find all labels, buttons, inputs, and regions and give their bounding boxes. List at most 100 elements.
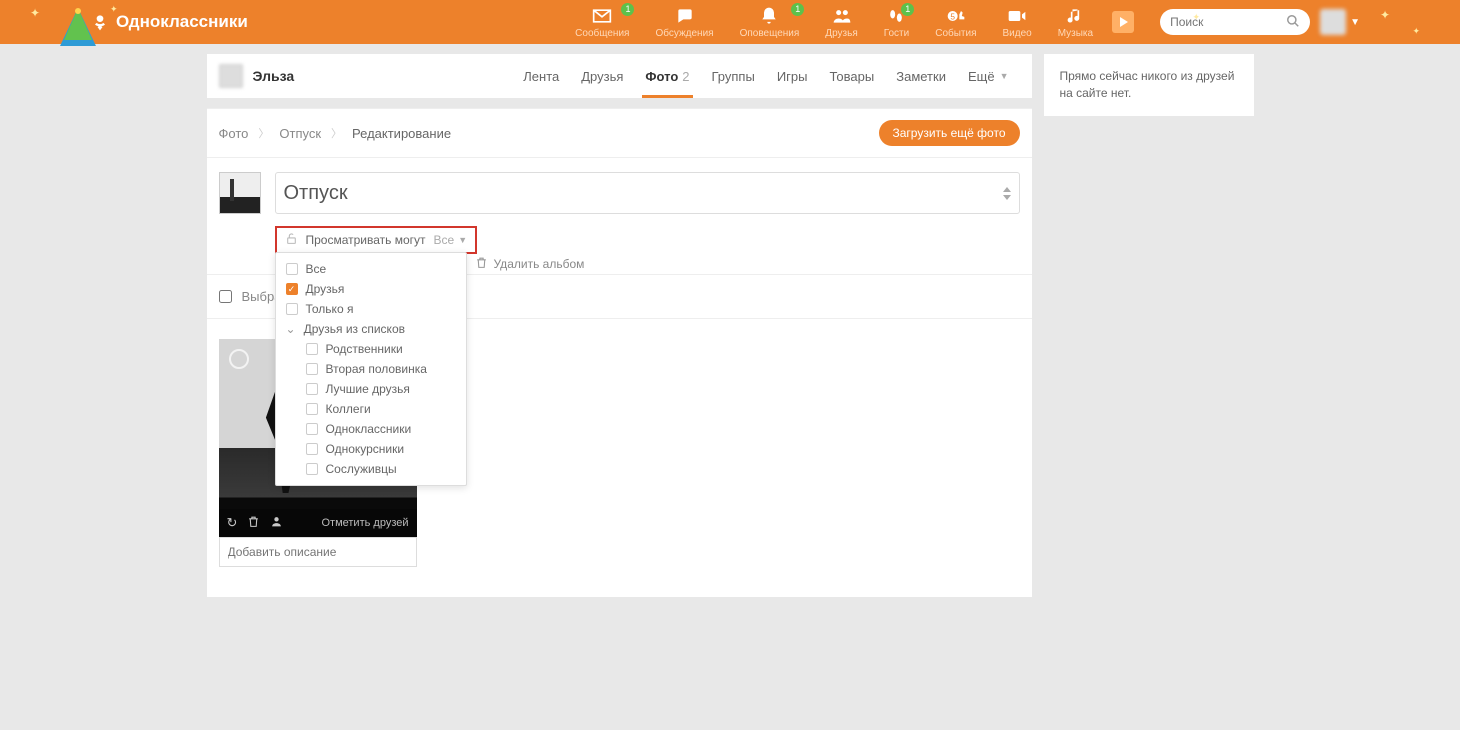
photo-select-circle[interactable] bbox=[229, 349, 249, 369]
nav-events[interactable]: 5 События bbox=[922, 0, 989, 44]
tab-feed[interactable]: Лента bbox=[512, 54, 570, 98]
search-box[interactable] bbox=[1160, 9, 1310, 35]
tag-friends-link[interactable]: Отметить друзей bbox=[321, 517, 408, 529]
vis-option-classmates[interactable]: Одноклассники bbox=[276, 419, 466, 439]
tab-games[interactable]: Игры bbox=[766, 54, 819, 98]
album-title-wrap bbox=[275, 172, 1020, 214]
rotate-icon[interactable]: ↻ bbox=[227, 515, 238, 531]
unlock-icon bbox=[285, 232, 298, 248]
visibility-selector[interactable]: Просматривать могут Все ▼ bbox=[275, 226, 478, 254]
tab-friends[interactable]: Друзья bbox=[570, 54, 634, 98]
chevron-down-icon: ▼ bbox=[1000, 71, 1009, 81]
breadcrumb-row: Фото 〉 Отпуск 〉 Редактирование Загрузить… bbox=[207, 108, 1032, 158]
photo-toolbar: ↻ Отметить друзей bbox=[219, 509, 417, 537]
nav-friends[interactable]: Друзья bbox=[812, 0, 870, 44]
crumb-album[interactable]: Отпуск bbox=[279, 126, 321, 141]
checkbox-icon bbox=[306, 363, 318, 375]
vis-group-lists[interactable]: ⌄Друзья из списков bbox=[276, 319, 466, 339]
site-logo[interactable]: Одноклассники bbox=[90, 12, 248, 32]
delete-album-link[interactable]: Удалить альбом bbox=[475, 256, 585, 272]
profile-tabs: Лента Друзья Фото2 Группы Игры Товары За… bbox=[512, 54, 1019, 98]
vis-option-relatives[interactable]: Родственники bbox=[276, 339, 466, 359]
site-header: ✦ ✦ ✦ Одноклассники Сообщения 1 Обсужден… bbox=[0, 0, 1460, 44]
upload-more-button[interactable]: Загрузить ещё фото bbox=[879, 120, 1020, 146]
vis-option-best-friends[interactable]: Лучшие друзья bbox=[276, 379, 466, 399]
visibility-value: Все bbox=[434, 233, 455, 247]
vis-option-only-me[interactable]: Только я bbox=[276, 299, 466, 319]
spinner-up-icon[interactable] bbox=[1003, 187, 1011, 192]
vis-option-coworkers[interactable]: Сослуживцы bbox=[276, 459, 466, 479]
tab-goods[interactable]: Товары bbox=[819, 54, 886, 98]
nav-video[interactable]: Видео bbox=[990, 0, 1045, 44]
vis-option-friends[interactable]: ✓Друзья bbox=[276, 279, 466, 299]
nav-messages[interactable]: Сообщения 1 bbox=[562, 0, 642, 44]
chevron-down-icon: ⌄ bbox=[286, 322, 296, 336]
checkbox-icon bbox=[306, 343, 318, 355]
sparkle-icon: ✦ bbox=[1192, 12, 1200, 23]
svg-text:5: 5 bbox=[950, 11, 955, 21]
people-icon bbox=[832, 6, 852, 26]
sparkle-icon: ✦ bbox=[30, 6, 40, 20]
vis-option-colleagues[interactable]: Коллеги bbox=[276, 399, 466, 419]
nav-play-toggle[interactable] bbox=[1106, 0, 1140, 44]
tab-photos[interactable]: Фото2 bbox=[634, 54, 700, 98]
chat-icon bbox=[675, 6, 695, 26]
badge: 1 bbox=[901, 3, 914, 16]
music-icon bbox=[1065, 6, 1085, 26]
badge: 1 bbox=[621, 3, 634, 16]
badge: 1 bbox=[791, 3, 804, 16]
album-cover-thumb[interactable] bbox=[219, 172, 261, 214]
trash-icon bbox=[475, 256, 488, 272]
checkbox-icon bbox=[306, 423, 318, 435]
chevron-right-icon: 〉 bbox=[331, 125, 342, 141]
play-icon bbox=[1112, 12, 1134, 32]
checkbox-icon bbox=[306, 443, 318, 455]
album-title-input[interactable] bbox=[284, 182, 1003, 205]
user-avatar[interactable] bbox=[1320, 9, 1346, 35]
profile-name[interactable]: Эльза bbox=[253, 68, 295, 84]
vis-option-all[interactable]: Все bbox=[276, 259, 466, 279]
profile-bar: Эльза Лента Друзья Фото2 Группы Игры Тов… bbox=[207, 54, 1032, 98]
tab-notes[interactable]: Заметки bbox=[885, 54, 957, 98]
checkbox-checked-icon: ✓ bbox=[286, 283, 298, 295]
checkbox-icon bbox=[286, 263, 298, 275]
envelope-icon bbox=[592, 6, 612, 26]
tab-groups[interactable]: Группы bbox=[701, 54, 766, 98]
spinner-down-icon[interactable] bbox=[1003, 195, 1011, 200]
select-all-checkbox[interactable] bbox=[219, 290, 232, 303]
nav-notifications[interactable]: Оповещения 1 bbox=[727, 0, 813, 44]
checkbox-icon bbox=[306, 463, 318, 475]
header-nav: Сообщения 1 Обсуждения Оповещения 1 Друз… bbox=[562, 0, 1140, 44]
site-name: Одноклассники bbox=[116, 12, 248, 32]
visibility-dropdown: Все ✓Друзья Только я ⌄Друзья из списков … bbox=[275, 252, 467, 486]
chevron-down-icon: ▼ bbox=[458, 235, 467, 245]
user-menu-arrow-icon[interactable]: ▼ bbox=[1350, 17, 1360, 28]
sparkle-icon: ✦ bbox=[1412, 26, 1420, 37]
tab-more[interactable]: Ещё▼ bbox=[957, 54, 1020, 98]
profile-avatar[interactable] bbox=[219, 64, 243, 88]
vis-option-coursemates[interactable]: Однокурсники bbox=[276, 439, 466, 459]
nav-music[interactable]: Музыка bbox=[1045, 0, 1106, 44]
photo-caption-input[interactable] bbox=[219, 537, 417, 567]
sparkle-icon: ✦ bbox=[1380, 8, 1390, 22]
vis-option-spouse[interactable]: Вторая половинка bbox=[276, 359, 466, 379]
party-hat-icon bbox=[54, 6, 102, 57]
thumb-icon: 5 bbox=[946, 6, 966, 26]
album-edit-section: Просматривать могут Все ▼ Удалить альбом… bbox=[207, 158, 1032, 274]
person-tag-icon[interactable] bbox=[270, 515, 283, 531]
trash-icon[interactable] bbox=[247, 515, 260, 531]
checkbox-icon bbox=[306, 383, 318, 395]
search-icon[interactable] bbox=[1286, 14, 1300, 31]
search-input[interactable] bbox=[1170, 15, 1286, 29]
nav-discussions[interactable]: Обсуждения bbox=[642, 0, 726, 44]
video-icon bbox=[1007, 6, 1027, 26]
crumb-photos[interactable]: Фото bbox=[219, 126, 249, 141]
chevron-right-icon: 〉 bbox=[258, 125, 269, 141]
bell-icon bbox=[759, 6, 779, 26]
checkbox-icon bbox=[306, 403, 318, 415]
checkbox-icon bbox=[286, 303, 298, 315]
friends-online-notice: Прямо сейчас никого из друзей на сайте н… bbox=[1044, 54, 1254, 116]
crumb-current: Редактирование bbox=[352, 126, 451, 141]
nav-guests[interactable]: Гости 1 bbox=[871, 0, 922, 44]
album-reorder-spinner bbox=[1003, 187, 1011, 200]
